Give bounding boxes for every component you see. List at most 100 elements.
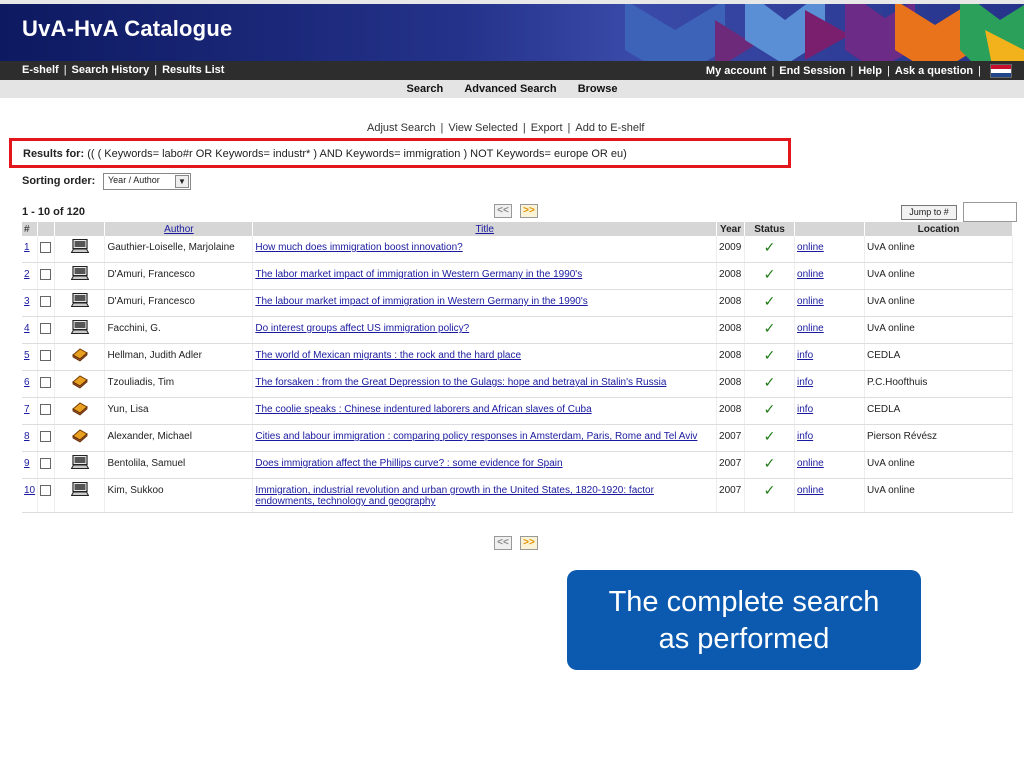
- checkbox[interactable]: [40, 269, 52, 280]
- row-number[interactable]: 2: [22, 262, 39, 290]
- row-author: Alexander, Michael: [104, 424, 254, 452]
- computer-icon: [70, 454, 90, 473]
- menu-end-session[interactable]: End Session: [779, 65, 845, 77]
- row-location: UvA online: [864, 478, 1014, 513]
- computer-icon: [70, 292, 90, 311]
- book-icon: [71, 429, 89, 446]
- row-number[interactable]: 9: [22, 451, 39, 479]
- row-select[interactable]: [37, 370, 56, 398]
- row-link[interactable]: info: [794, 397, 865, 425]
- row-number[interactable]: 8: [22, 424, 39, 452]
- checkbox[interactable]: [40, 458, 52, 469]
- row-number[interactable]: 6: [22, 370, 39, 398]
- add-to-e-shelf-link[interactable]: Add to E-shelf: [575, 122, 644, 134]
- row-format: [54, 370, 106, 398]
- row-select[interactable]: [37, 397, 56, 425]
- header-title[interactable]: Title: [252, 222, 718, 236]
- checkbox[interactable]: [40, 404, 52, 415]
- row-title[interactable]: The labour market impact of immigration …: [252, 289, 718, 317]
- row-select[interactable]: [37, 236, 56, 263]
- previous-page-icon[interactable]: <<: [494, 536, 512, 550]
- row-title[interactable]: How much does immigration boost innovati…: [252, 236, 718, 263]
- row-link[interactable]: info: [794, 370, 865, 398]
- row-title[interactable]: The world of Mexican migrants : the rock…: [252, 343, 718, 371]
- header-author[interactable]: Author: [104, 222, 254, 236]
- sorting-select[interactable]: Year / Author ▼: [103, 173, 191, 190]
- row-author: Kim, Sukkoo: [104, 478, 254, 513]
- row-title[interactable]: Cities and labour immigration : comparin…: [252, 424, 718, 452]
- view-selected-link[interactable]: View Selected: [448, 122, 518, 134]
- row-link[interactable]: online: [794, 236, 865, 263]
- row-number[interactable]: 1: [22, 236, 39, 263]
- row-year: 2008: [716, 397, 746, 425]
- row-number[interactable]: 4: [22, 316, 39, 344]
- checkbox[interactable]: [40, 350, 52, 361]
- available-check-icon: ✓: [763, 293, 776, 309]
- row-status: ✓: [744, 289, 796, 317]
- callout-line-2: as performed: [658, 623, 830, 655]
- row-title[interactable]: The labor market impact of immigration i…: [252, 262, 718, 290]
- row-select[interactable]: [37, 478, 56, 513]
- table-row: 3 D'Amuri, Francesco The labour market imp…: [22, 289, 1014, 317]
- row-link[interactable]: online: [794, 478, 865, 513]
- row-author: Facchini, G.: [104, 316, 254, 344]
- row-status: ✓: [744, 316, 796, 344]
- callout-line-1: The complete search: [608, 586, 880, 618]
- table-row: 2 D'Amuri, Francesco The labor market impa…: [22, 262, 1014, 290]
- nav-browse[interactable]: Browse: [578, 83, 618, 95]
- row-location: UvA online: [864, 236, 1014, 263]
- row-title[interactable]: Do interest groups affect US immigration…: [252, 316, 718, 344]
- row-number[interactable]: 10: [22, 478, 39, 513]
- nav-search[interactable]: Search: [407, 83, 444, 95]
- checkbox[interactable]: [40, 431, 52, 442]
- row-link[interactable]: info: [794, 343, 865, 371]
- row-number[interactable]: 3: [22, 289, 39, 317]
- checkbox[interactable]: [40, 323, 52, 334]
- row-location: CEDLA: [864, 343, 1014, 371]
- row-title[interactable]: Does immigration affect the Phillips cur…: [252, 451, 718, 479]
- menu-results-list[interactable]: Results List: [162, 64, 224, 76]
- row-number[interactable]: 5: [22, 343, 39, 371]
- row-format: [54, 262, 106, 290]
- row-select[interactable]: [37, 424, 56, 452]
- row-select[interactable]: [37, 289, 56, 317]
- row-link[interactable]: online: [794, 262, 865, 290]
- header-select: [37, 222, 56, 236]
- menu-help[interactable]: Help: [858, 65, 882, 77]
- checkbox[interactable]: [40, 485, 52, 496]
- checkbox[interactable]: [40, 296, 52, 307]
- jump-to-button[interactable]: Jump to #: [901, 205, 957, 220]
- previous-page-icon[interactable]: <<: [494, 204, 512, 218]
- row-select[interactable]: [37, 262, 56, 290]
- header-status: Status: [744, 222, 796, 236]
- row-select[interactable]: [37, 343, 56, 371]
- row-link[interactable]: online: [794, 289, 865, 317]
- chevron-down-icon[interactable]: ▼: [175, 175, 189, 188]
- checkbox[interactable]: [40, 377, 52, 388]
- row-title[interactable]: Immigration, industrial revolution and u…: [252, 478, 718, 513]
- next-page-icon[interactable]: >>: [520, 204, 538, 218]
- row-number[interactable]: 7: [22, 397, 39, 425]
- export-link[interactable]: Export: [531, 122, 563, 134]
- menu-e-shelf[interactable]: E-shelf: [22, 64, 59, 76]
- row-link[interactable]: online: [794, 316, 865, 344]
- adjust-search-link[interactable]: Adjust Search: [367, 122, 435, 134]
- language-flag-icon[interactable]: [990, 64, 1012, 78]
- row-title[interactable]: The coolie speaks : Chinese indentured l…: [252, 397, 718, 425]
- jump-to-input[interactable]: [963, 202, 1017, 222]
- row-title[interactable]: The forsaken : from the Great Depression…: [252, 370, 718, 398]
- nav-advanced-search[interactable]: Advanced Search: [464, 83, 556, 95]
- available-check-icon: ✓: [763, 482, 776, 498]
- menu-search-history[interactable]: Search History: [72, 64, 150, 76]
- row-link[interactable]: info: [794, 424, 865, 452]
- row-link[interactable]: online: [794, 451, 865, 479]
- row-status: ✓: [744, 424, 796, 452]
- row-select[interactable]: [37, 451, 56, 479]
- search-nav: Search Advanced Search Browse: [0, 80, 1024, 98]
- row-select[interactable]: [37, 316, 56, 344]
- row-status: ✓: [744, 451, 796, 479]
- next-page-icon[interactable]: >>: [520, 536, 538, 550]
- menu-my-account[interactable]: My account: [706, 65, 767, 77]
- checkbox[interactable]: [40, 242, 52, 253]
- menu-ask-a-question[interactable]: Ask a question: [895, 65, 973, 77]
